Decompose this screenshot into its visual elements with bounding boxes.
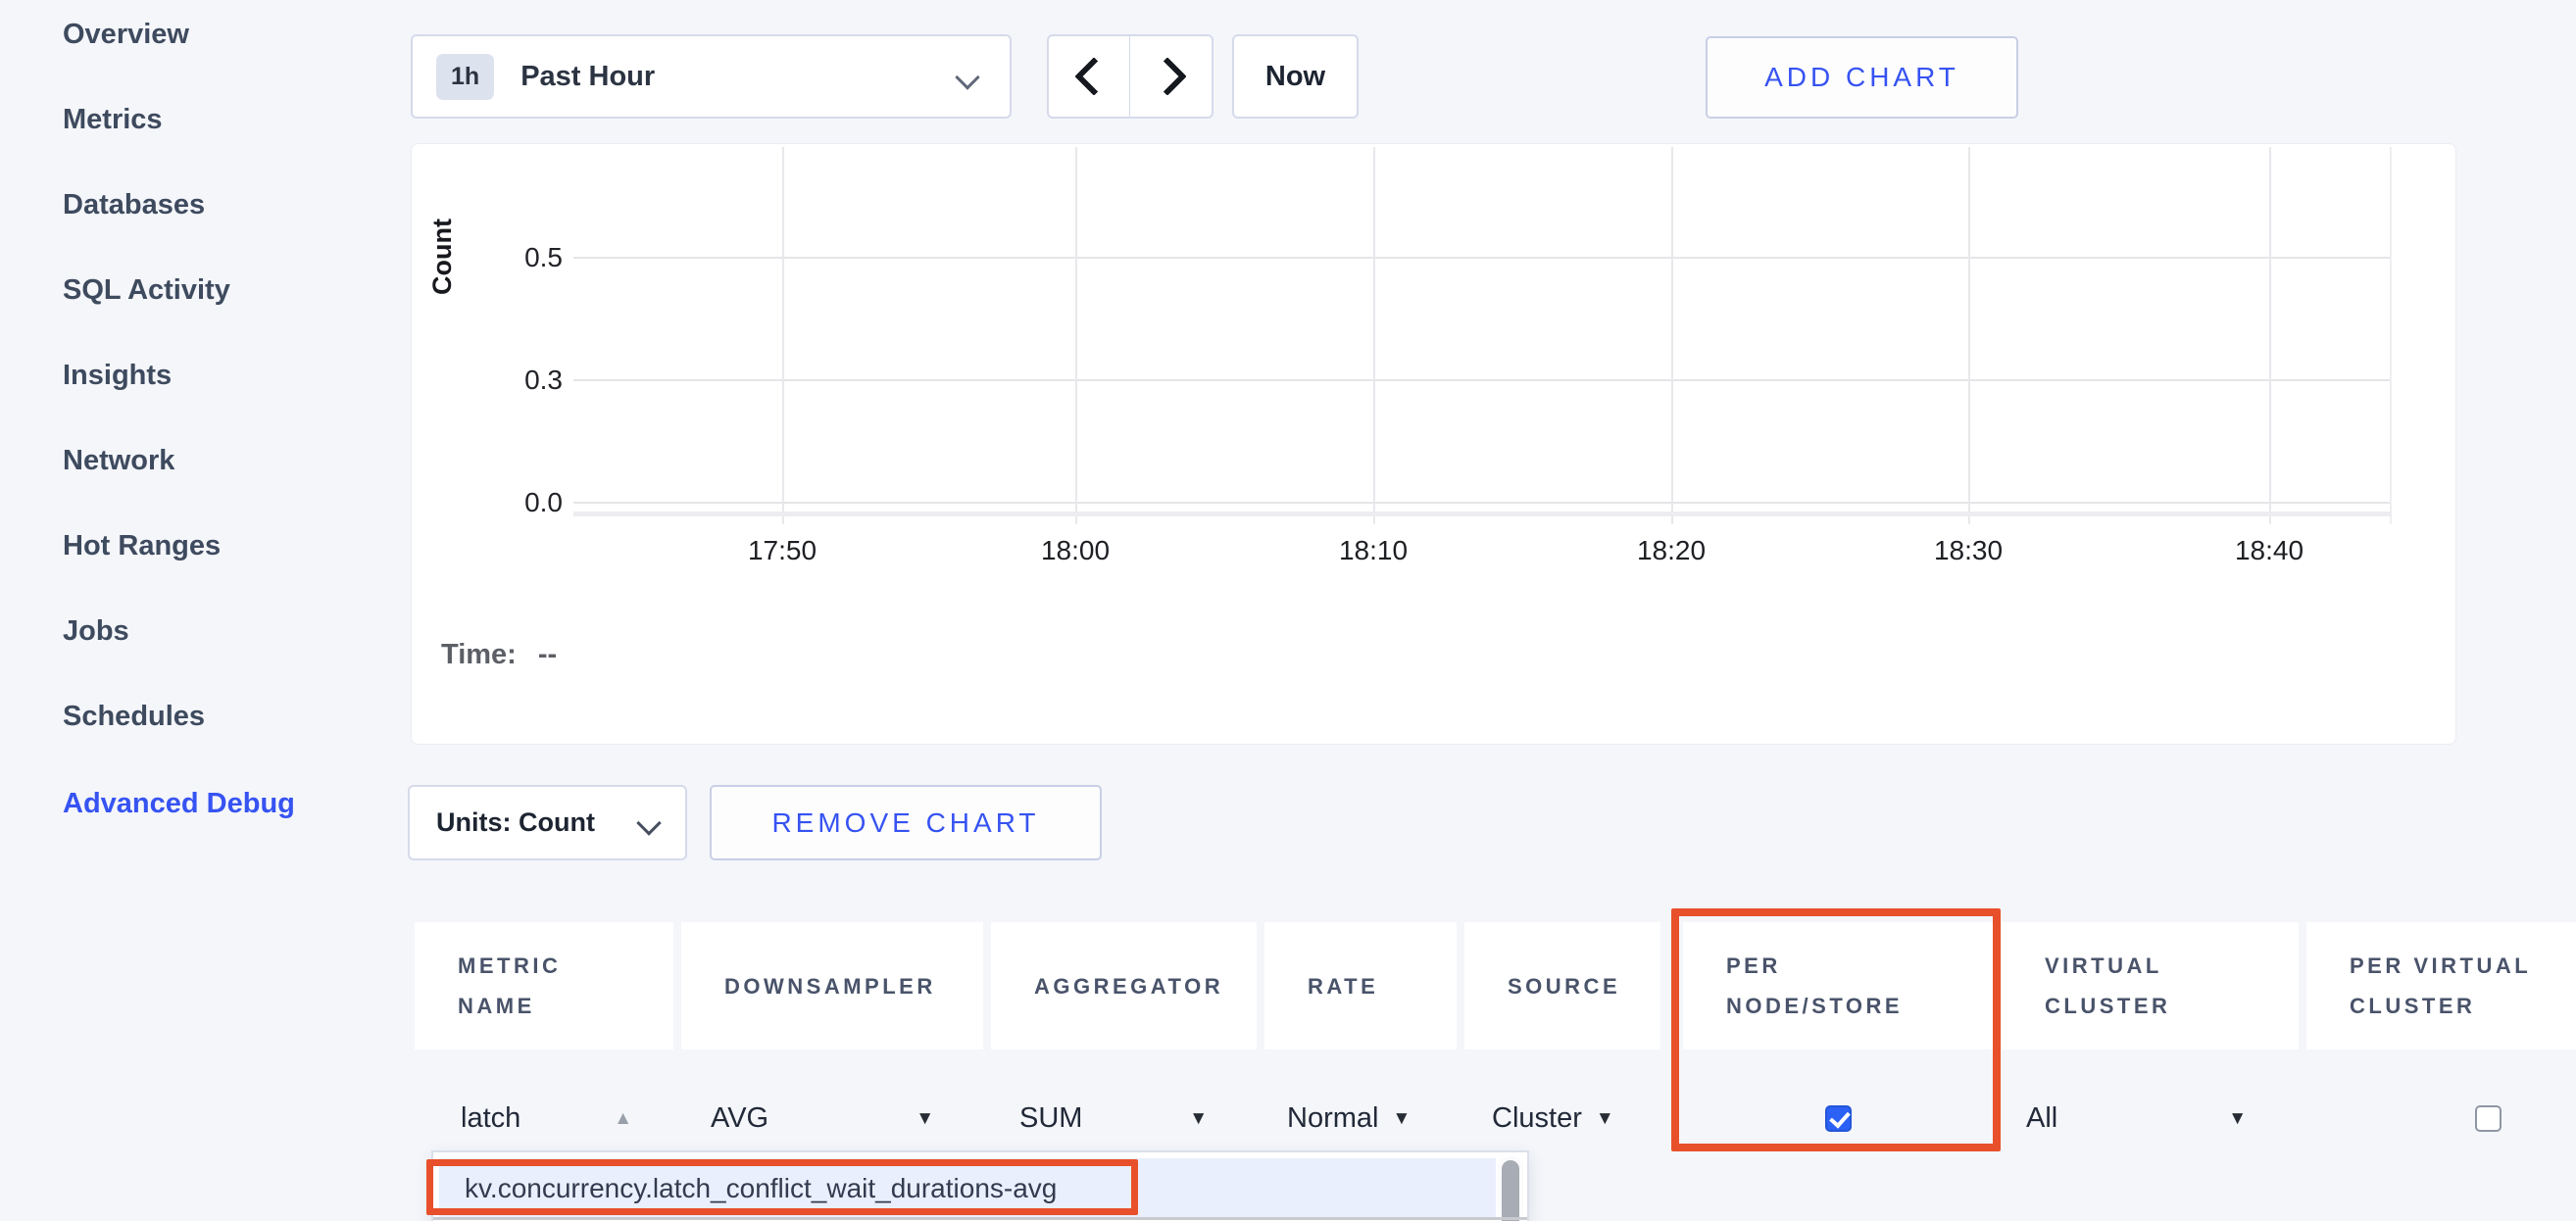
column-header-virtual-cluster: VIRTUAL CLUSTER — [2002, 922, 2299, 1050]
sidebar-item-label: Metrics — [63, 104, 163, 136]
gridline — [573, 502, 2392, 504]
sidebar-item-label: Jobs — [63, 615, 129, 648]
aggregator-value: SUM — [1019, 1102, 1082, 1135]
time-range-selector[interactable]: 1h Past Hour — [411, 34, 1012, 119]
remove-chart-button[interactable]: REMOVE CHART — [710, 785, 1102, 860]
row-divider — [433, 1217, 1529, 1220]
triangle-down-icon: ▼ — [2228, 1109, 2247, 1128]
time-range-label: Past Hour — [520, 61, 655, 93]
downsampler-value: AVG — [711, 1102, 768, 1135]
x-tick: 18:30 — [1934, 535, 2003, 566]
column-header-aggregator: AGGREGATOR — [991, 922, 1257, 1050]
sidebar-item-sql-activity[interactable]: SQL Activity — [63, 270, 230, 310]
annotation-box-per-node-store — [1671, 908, 2001, 1151]
x-tick: 17:50 — [748, 535, 817, 566]
column-header-rate: RATE — [1264, 922, 1457, 1050]
gridline — [2269, 147, 2271, 524]
column-header-downsampler: DOWNSAMPLER — [681, 922, 983, 1050]
chevron-down-icon — [955, 65, 979, 89]
chevron-left-icon — [1074, 57, 1114, 96]
units-select[interactable]: Units: Count — [408, 785, 687, 860]
per-virtual-cluster-cell — [2306, 1084, 2576, 1152]
virtual-cluster-value: All — [2026, 1102, 2057, 1135]
sidebar-item-label: Schedules — [63, 701, 205, 733]
custom-chart-panel — [411, 143, 2456, 745]
source-select[interactable]: Cluster ▼ — [1464, 1084, 1660, 1152]
gridline — [1075, 147, 1077, 524]
gridline — [573, 379, 2392, 381]
per-virtual-cluster-checkbox[interactable] — [2475, 1105, 2502, 1132]
sidebar-item-overview[interactable]: Overview — [63, 15, 189, 54]
scrollbar-thumb[interactable] — [1502, 1160, 1519, 1221]
gridline — [1968, 147, 1970, 524]
sidebar-item-label: Insights — [63, 360, 172, 392]
hover-time-readout: Time: -- — [441, 639, 557, 671]
chevron-right-icon — [1148, 57, 1187, 96]
sidebar-item-metrics[interactable]: Metrics — [63, 100, 163, 139]
now-button-label: Now — [1265, 61, 1325, 93]
time-range-badge: 1h — [436, 54, 494, 100]
time-next-button[interactable] — [1129, 34, 1214, 119]
gridline — [1671, 147, 1673, 524]
column-header-source: SOURCE — [1464, 922, 1660, 1050]
add-chart-button[interactable]: ADD CHART — [1706, 36, 2018, 119]
gridline — [782, 147, 784, 524]
sidebar-item-jobs[interactable]: Jobs — [63, 611, 129, 651]
x-tick: 18:20 — [1637, 535, 1706, 566]
sidebar-item-label: Hot Ranges — [63, 530, 221, 562]
sidebar-item-schedules[interactable]: Schedules — [63, 697, 205, 736]
rate-select[interactable]: Normal ▼ — [1264, 1084, 1457, 1152]
y-axis-label: Count — [427, 219, 458, 295]
sidebar-item-label: Databases — [63, 189, 205, 221]
time-prev-button[interactable] — [1047, 34, 1131, 119]
sidebar-item-advanced-debug[interactable]: Advanced Debug — [63, 784, 295, 823]
sidebar-item-network[interactable]: Network — [63, 441, 174, 480]
gridline — [2390, 147, 2392, 524]
sidebar-item-databases[interactable]: Databases — [63, 185, 205, 224]
sidebar-item-label: Network — [63, 445, 174, 477]
sidebar-item-label: Advanced Debug — [63, 788, 295, 820]
y-tick: 0.5 — [480, 242, 563, 273]
metric-name-input[interactable] — [461, 1102, 608, 1135]
triangle-down-icon: ▼ — [1392, 1109, 1411, 1128]
x-tick: 18:10 — [1339, 535, 1408, 566]
chevron-down-icon — [636, 810, 661, 835]
triangle-down-icon: ▼ — [1189, 1109, 1208, 1128]
metric-name-cell: ▲ — [415, 1084, 673, 1152]
x-tick: 18:40 — [2235, 535, 2304, 566]
annotation-box-suggestion — [426, 1159, 1138, 1215]
triangle-up-icon[interactable]: ▲ — [614, 1109, 632, 1128]
x-axis-line — [573, 512, 2392, 516]
column-header-per-virtual-cluster: PER VIRTUAL CLUSTER — [2306, 922, 2576, 1050]
x-tick: 18:00 — [1041, 535, 1110, 566]
column-header-metric-name: METRIC NAME — [415, 922, 673, 1050]
triangle-down-icon: ▼ — [1596, 1109, 1614, 1128]
downsampler-select[interactable]: AVG ▼ — [681, 1084, 983, 1152]
sidebar-item-hot-ranges[interactable]: Hot Ranges — [63, 526, 221, 565]
y-tick: 0.0 — [480, 487, 563, 518]
add-chart-label: ADD CHART — [1764, 62, 1959, 93]
gridline — [1373, 147, 1375, 524]
remove-chart-label: REMOVE CHART — [771, 807, 1039, 839]
hover-time-label: Time: — [441, 639, 517, 670]
now-button[interactable]: Now — [1232, 34, 1359, 119]
source-value: Cluster — [1492, 1102, 1582, 1135]
sidebar-item-insights[interactable]: Insights — [63, 356, 172, 395]
rate-value: Normal — [1287, 1102, 1378, 1135]
sidebar-item-label: SQL Activity — [63, 274, 230, 307]
aggregator-select[interactable]: SUM ▼ — [991, 1084, 1257, 1152]
gridline — [573, 257, 2392, 259]
sidebar-item-label: Overview — [63, 19, 189, 51]
triangle-down-icon: ▼ — [916, 1109, 934, 1128]
y-tick: 0.3 — [480, 365, 563, 396]
units-select-value: Units: Count — [436, 807, 595, 838]
hover-time-value: -- — [538, 639, 557, 670]
virtual-cluster-select[interactable]: All ▼ — [2002, 1084, 2299, 1152]
